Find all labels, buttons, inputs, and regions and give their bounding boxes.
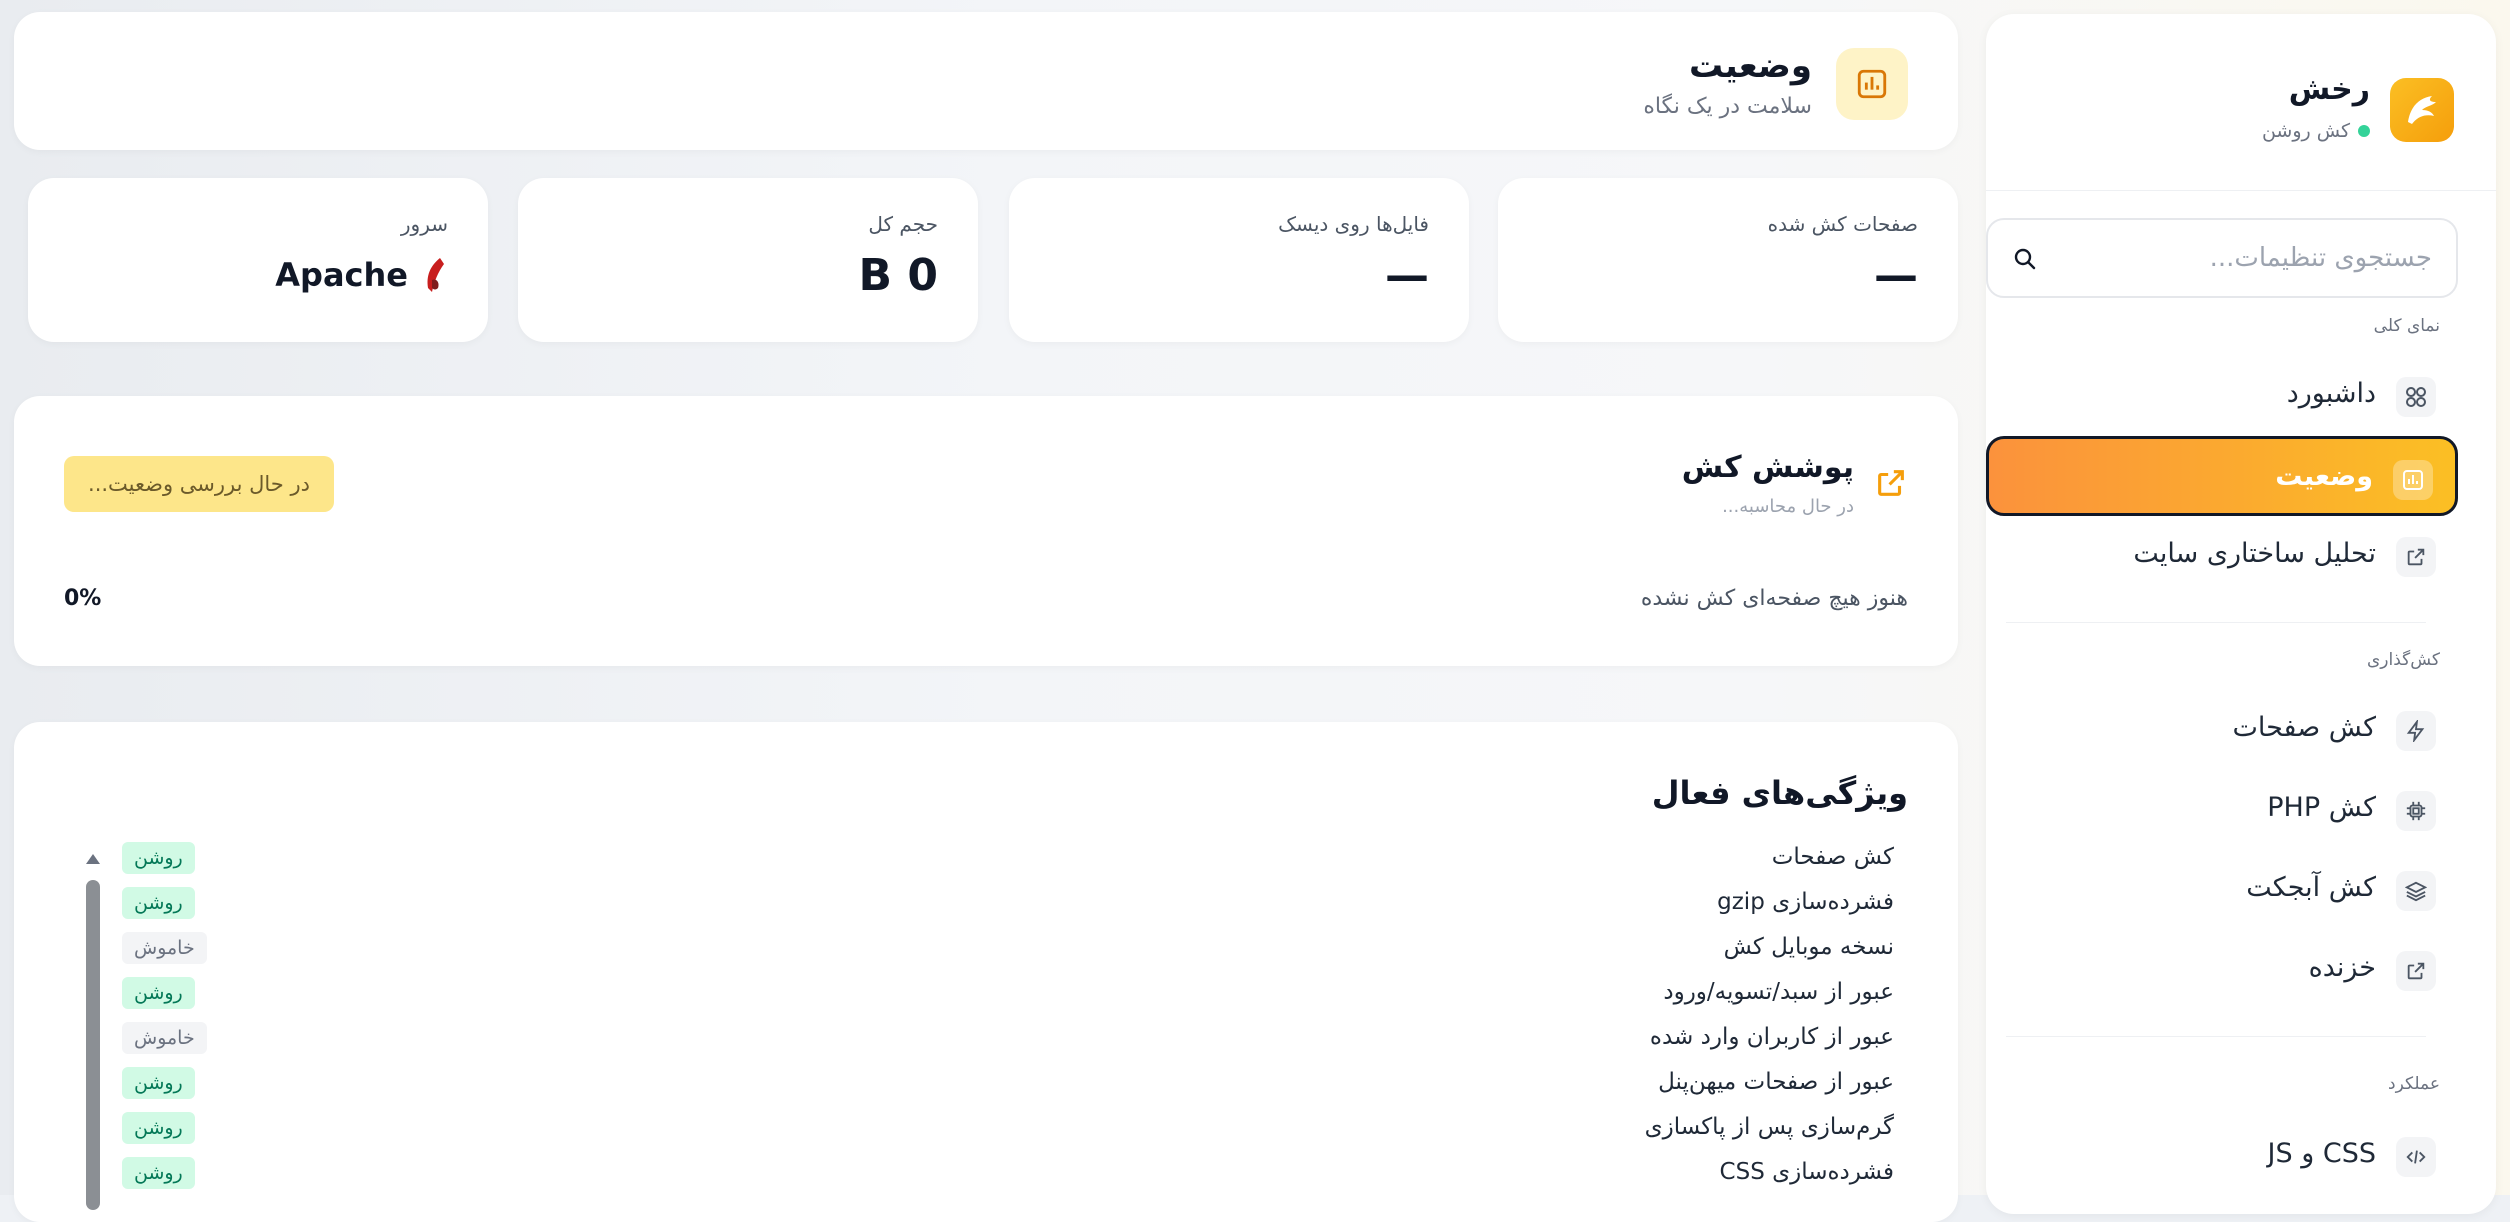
divider	[2006, 1036, 2426, 1037]
stat-label: سرور	[400, 212, 448, 236]
sidebar-item-page-cache[interactable]: کش صفحات	[1986, 690, 2458, 770]
stat-label: فایل‌ها روی دیسک	[1278, 212, 1429, 236]
cache-coverage-card: پوشش کش در حال محاسبه... در حال بررسی وض…	[14, 396, 1958, 666]
feature-name: نسخه موبایل کش	[1723, 934, 1894, 960]
external-link-icon	[2396, 951, 2436, 991]
dashboard-grid-icon	[2396, 377, 2436, 417]
status-chart-icon	[2393, 460, 2433, 500]
sidebar-item-label: وضعیت	[2275, 461, 2373, 492]
sidebar-item-label: CSS و JS	[2267, 1138, 2376, 1169]
active-features-card: ویژگی‌های فعال کش صفحات روشن فشرده‌سازی …	[14, 722, 1958, 1222]
features-scrollbar[interactable]	[84, 846, 102, 1210]
sidebar-item-site-analysis[interactable]: تحلیل ساختاری سایت	[1986, 516, 2458, 596]
sidebar-item-label: کش PHP	[2267, 792, 2376, 823]
feature-row: عبور از صفحات میهن‌پنل روشن	[122, 1065, 1894, 1105]
page-header: وضعیت سلامت در یک نگاه	[14, 12, 1958, 150]
sidebar-item-css-js[interactable]: CSS و JS	[1986, 1116, 2458, 1196]
divider	[2006, 622, 2426, 623]
sidebar-item-dashboard[interactable]: داشبورد	[1986, 356, 2458, 436]
status-badge: روشن	[122, 977, 195, 1009]
feature-row: عبور از سبد/تسویه/ورود روشن	[122, 975, 1894, 1015]
stat-label: صفحات کش شده	[1767, 212, 1918, 236]
page-title: وضعیت	[1688, 46, 1812, 86]
feature-name: عبور از سبد/تسویه/ورود	[1663, 979, 1894, 1005]
brand-status-text: کش روشن	[2261, 120, 2350, 142]
stat-value: B 0	[858, 250, 938, 301]
status-badge: روشن	[122, 1067, 195, 1099]
features-title: ویژگی‌های فعال	[1651, 774, 1908, 812]
stat-cached-pages: صفحات کش شده —	[1498, 178, 1958, 342]
settings-search	[1986, 218, 2458, 298]
apache-feather-icon	[427, 258, 444, 292]
feature-name: عبور از کاربران وارد شده	[1649, 1024, 1894, 1050]
horse-logo-icon	[2390, 78, 2454, 142]
divider	[1986, 190, 2496, 191]
status-chart-icon	[1836, 48, 1908, 120]
stat-label: حجم کل	[868, 212, 938, 236]
sidebar-item-label: کش آبجکت	[2246, 872, 2376, 903]
feature-row: فشرده‌سازی CSS روشن	[122, 1155, 1894, 1195]
coverage-subtitle: در حال محاسبه...	[1722, 496, 1854, 517]
sidebar-item-label: خزنده	[2308, 952, 2376, 983]
search-icon[interactable]	[2012, 246, 2038, 272]
coverage-note: هنوز هیچ صفحه‌ای کش نشده	[1640, 586, 1908, 611]
cpu-chip-icon	[2396, 791, 2436, 831]
feature-row: فشرده‌سازی gzip روشن	[122, 885, 1894, 925]
scroll-up-arrow-icon[interactable]	[86, 854, 100, 864]
stat-total-size: حجم کل B 0	[518, 178, 978, 342]
status-badge: خاموش	[122, 1022, 207, 1054]
scroll-thumb[interactable]	[86, 880, 100, 1210]
sidebar-item-crawler[interactable]: خزنده	[1986, 930, 2458, 1010]
feature-name: عبور از صفحات میهن‌پنل	[1658, 1069, 1894, 1095]
sidebar-item-label: داشبورد	[2286, 378, 2376, 409]
status-badge: روشن	[122, 887, 195, 919]
coverage-title: پوشش کش	[1681, 450, 1854, 485]
stat-server: سرور Apache	[28, 178, 488, 342]
status-dot-icon	[2358, 125, 2370, 137]
sidebar-item-label: کش صفحات	[2232, 712, 2376, 743]
stat-value: Apache	[275, 256, 408, 294]
check-status-button[interactable]: در حال بررسی وضعیت...	[64, 456, 334, 512]
section-label-overview: نمای کلی	[2373, 316, 2440, 336]
external-link-icon	[2396, 537, 2436, 577]
feature-name: فشرده‌سازی gzip	[1717, 889, 1894, 915]
coverage-percent: 0%	[64, 586, 102, 611]
server-value: Apache	[275, 256, 448, 294]
brand-status: کش روشن	[2262, 120, 2370, 142]
feature-row: نسخه موبایل کش خاموش	[122, 930, 1894, 970]
layers-icon	[2396, 871, 2436, 911]
stat-value: —	[1385, 250, 1429, 301]
bolt-icon	[2396, 711, 2436, 751]
feature-name: کش صفحات	[1771, 844, 1894, 870]
feature-name: گرم‌سازی پس از پاکسازی	[1644, 1114, 1894, 1140]
sidebar-item-label: تحلیل ساختاری سایت	[2133, 538, 2376, 569]
sidebar-item-object-cache[interactable]: کش آبجکت	[1986, 850, 2458, 930]
code-icon	[2396, 1137, 2436, 1177]
feature-row: کش صفحات روشن	[122, 840, 1894, 880]
status-badge: روشن	[122, 1112, 195, 1144]
sidebar-item-status[interactable]: وضعیت	[1986, 436, 2458, 516]
section-label-performance: عملکرد	[2388, 1074, 2440, 1094]
external-link-icon[interactable]	[1874, 466, 1908, 500]
section-label-caching: کش‌گذاری	[2366, 650, 2440, 670]
sidebar-item-php-cache[interactable]: کش PHP	[1986, 770, 2458, 850]
app-frame: رخش کش روشن نمای کلی داشبورد	[0, 0, 2510, 1222]
stat-files-on-disk: فایل‌ها روی دیسک —	[1009, 178, 1469, 342]
sidebar: رخش کش روشن نمای کلی داشبورد	[1986, 14, 2496, 1214]
page-subtitle: سلامت در یک نگاه	[1643, 94, 1812, 119]
stat-value: —	[1874, 250, 1918, 301]
status-badge: خاموش	[122, 932, 207, 964]
brand: رخش کش روشن	[2014, 62, 2454, 152]
status-badge: روشن	[122, 842, 195, 874]
status-badge: روشن	[122, 1157, 195, 1189]
feature-row: عبور از کاربران وارد شده خاموش	[122, 1020, 1894, 1060]
feature-name: فشرده‌سازی CSS	[1719, 1159, 1894, 1185]
search-input[interactable]	[2052, 220, 2432, 296]
feature-row: گرم‌سازی پس از پاکسازی روشن	[122, 1110, 1894, 1150]
brand-name: رخش	[2288, 72, 2370, 107]
